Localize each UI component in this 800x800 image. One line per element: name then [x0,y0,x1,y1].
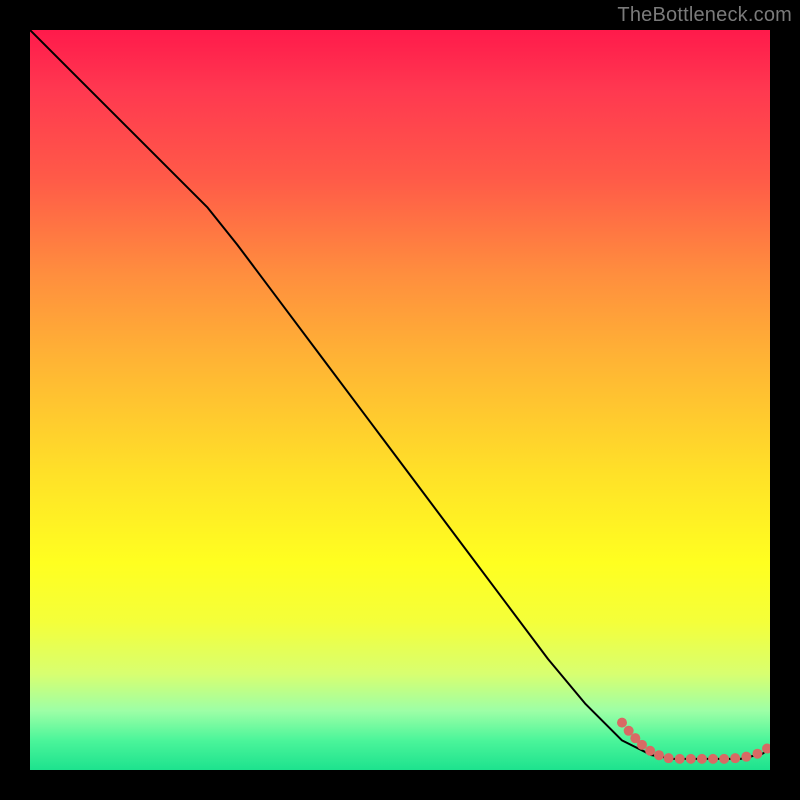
chart-plot-area [30,30,770,770]
scatter-point [645,746,655,756]
scatter-points-group [617,718,770,764]
scatter-point [730,753,740,763]
scatter-point [752,749,762,759]
scatter-point [624,726,634,736]
scatter-point [637,740,647,750]
chart-frame: TheBottleneck.com [0,0,800,800]
scatter-point [697,754,707,764]
scatter-point [664,753,674,763]
scatter-point [741,752,751,762]
scatter-point [708,754,718,764]
scatter-point [675,754,685,764]
bottleneck-curve-line [30,30,770,759]
attribution-text: TheBottleneck.com [617,4,792,27]
scatter-point [686,754,696,764]
scatter-point [617,718,627,728]
chart-svg-layer [30,30,770,770]
scatter-point [654,750,664,760]
scatter-point [719,754,729,764]
